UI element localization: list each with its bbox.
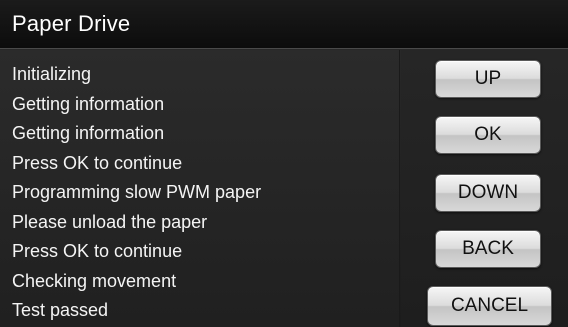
log-line: Press OK to continue — [12, 152, 183, 173]
log-line: Test passed — [12, 300, 109, 320]
status-log-panel: Initializing Getting information Getting… — [0, 50, 400, 327]
cancel-button[interactable]: CANCEL — [427, 286, 552, 326]
log-line: Programming slow PWM paper — [12, 182, 262, 202]
page-title: Paper Drive — [12, 11, 131, 36]
log-line: Getting information — [12, 123, 165, 143]
log-line: Initializing — [12, 64, 92, 84]
paper-drive-screen: Paper Drive Initializing Getting informa… — [0, 0, 568, 327]
log-line: Checking movement — [12, 270, 177, 291]
log-line: Please unload the paper — [12, 211, 208, 232]
control-button-panel: UP OK DOWN BACK CANCEL — [401, 50, 568, 327]
ok-button[interactable]: OK — [435, 116, 541, 154]
up-button[interactable]: UP — [435, 60, 541, 98]
log-line: Getting information — [12, 93, 165, 114]
status-log-list: Initializing Getting information Getting… — [12, 60, 261, 326]
back-button[interactable]: BACK — [435, 230, 541, 268]
log-line: Press OK to continue — [12, 241, 183, 261]
title-bar: Paper Drive — [0, 0, 568, 49]
down-button[interactable]: DOWN — [435, 174, 541, 212]
